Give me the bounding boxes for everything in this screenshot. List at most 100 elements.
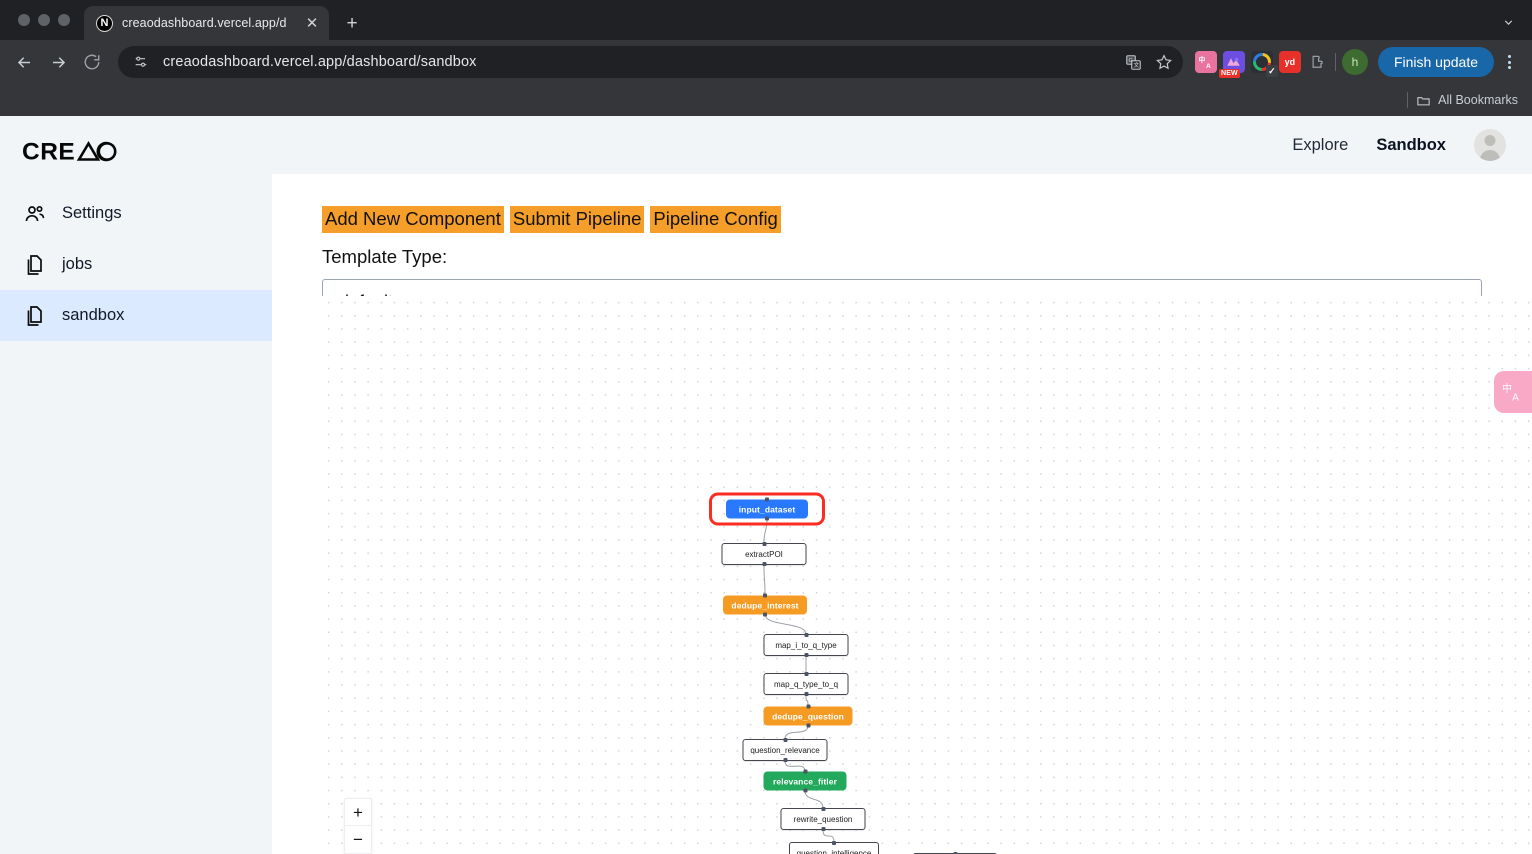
translate-widget-icon[interactable]: 中 A	[1494, 371, 1532, 413]
flow-edge-extractPOI-to-dedupe_interest	[763, 564, 766, 596]
flow-node-rewrite_question[interactable]: rewrite_question	[780, 807, 866, 831]
svg-text:CRE: CRE	[22, 139, 75, 166]
main-content: Explore Sandbox Add New Component Submit…	[272, 116, 1532, 854]
creao-logo-mark: CRE	[22, 139, 117, 166]
node-port-bot[interactable]	[804, 692, 808, 696]
avatar[interactable]	[1474, 129, 1506, 161]
extensions-puzzle-icon[interactable]	[1307, 51, 1329, 73]
color-picker-extension-icon[interactable]: ✓	[1250, 51, 1278, 77]
node-port-top[interactable]	[821, 807, 825, 811]
flow-node-label: input_dataset	[738, 504, 796, 514]
flow-node-map_i_to_q_type[interactable]: map_i_to_q_type	[763, 633, 849, 657]
node-port-top[interactable]	[783, 738, 787, 742]
zoom-controls: + −	[344, 798, 372, 854]
flow-node-label: relevance_fitler	[773, 776, 837, 786]
sidebar-item-label: sandbox	[62, 306, 125, 324]
svg-text:中: 中	[1502, 382, 1512, 395]
profile-avatar[interactable]: h	[1341, 49, 1368, 75]
tab-strip: N creaodashboard.vercel.app/d ✕ +	[0, 0, 1532, 40]
pipeline-action-buttons: Add New Component Submit Pipeline Pipeli…	[322, 206, 1482, 233]
monica-ai-extension-icon[interactable]: NEW	[1218, 51, 1245, 78]
node-port-top[interactable]	[765, 497, 769, 502]
tab-title: creaodashboard.vercel.app/d	[122, 16, 287, 30]
sidebar-item-jobs[interactable]: jobs	[0, 239, 272, 290]
node-port-top[interactable]	[804, 633, 808, 637]
chevron-down-icon[interactable]	[1494, 8, 1522, 36]
node-port-top[interactable]	[803, 769, 807, 774]
flow-node-label: dedupe_question	[772, 711, 844, 721]
top-navigation: Explore Sandbox	[272, 116, 1532, 174]
flow-node-dedupe_question[interactable]: dedupe_question	[763, 704, 853, 728]
flow-node-map_q_type_to_q[interactable]: map_q_type_to_q	[763, 672, 849, 696]
extension-badge: NEW	[1218, 69, 1240, 78]
star-icon[interactable]	[1151, 49, 1177, 75]
window-maximize-dot[interactable]	[58, 14, 70, 26]
arrow-right-icon[interactable]	[42, 46, 74, 78]
plus-icon[interactable]: +	[335, 6, 369, 40]
node-port-top[interactable]	[806, 704, 810, 709]
flow-node-input_dataset[interactable]: input_dataset	[726, 497, 808, 521]
flow-node-dedupe_interest[interactable]: dedupe_interest	[723, 593, 807, 617]
node-port-bot[interactable]	[762, 562, 766, 566]
node-port-bot[interactable]	[806, 723, 810, 728]
svg-text:中: 中	[1199, 55, 1206, 64]
translate-icon[interactable]: G 文	[1121, 49, 1147, 75]
kebab-menu-icon[interactable]	[1496, 47, 1522, 77]
window-controls[interactable]	[12, 0, 84, 40]
sidebar-item-sandbox[interactable]: sandbox	[0, 290, 272, 341]
pipeline-config-button[interactable]: Pipeline Config	[650, 206, 781, 233]
flow-node-label: map_q_type_to_q	[773, 679, 839, 689]
node-port-top[interactable]	[762, 542, 766, 546]
browser-tab[interactable]: N creaodashboard.vercel.app/d ✕	[84, 6, 329, 40]
flow-node-label: map_i_to_q_type	[775, 640, 837, 650]
sidebar-item-settings[interactable]: Settings	[0, 188, 272, 239]
omnibox-actions: G 文	[1121, 49, 1177, 75]
tune-icon[interactable]	[128, 49, 154, 75]
extension-label: yd	[1284, 57, 1296, 67]
node-port-bot[interactable]	[763, 612, 767, 617]
node-port-bot[interactable]	[803, 788, 807, 793]
finish-update-button[interactable]: Finish update	[1377, 47, 1494, 77]
browser-window: N creaodashboard.vercel.app/d ✕ + creaod…	[0, 0, 1532, 854]
youdao-dict-extension-icon[interactable]: yd	[1278, 51, 1301, 73]
tab-explore[interactable]: Explore	[1292, 136, 1348, 155]
sidebar-item-label: Settings	[62, 204, 122, 222]
flow-node-question_relevance[interactable]: question_relevance	[742, 738, 828, 762]
reload-icon[interactable]	[76, 46, 108, 78]
flow-node-label: extractPOI	[745, 549, 783, 559]
template-type-label: Template Type:	[322, 245, 448, 267]
flow-edge-dedupe_question-to-question_relevance	[784, 725, 809, 740]
node-port-bot[interactable]	[821, 827, 825, 831]
add-new-component-button[interactable]: Add New Component	[322, 206, 504, 233]
zoom-out-button[interactable]: −	[345, 826, 371, 853]
node-port-bot[interactable]	[804, 653, 808, 657]
pipeline-flow-canvas[interactable]: input_dataset extractPOI dedupe_interestma…	[322, 296, 1532, 854]
zoom-in-button[interactable]: +	[345, 799, 371, 826]
creao-logo[interactable]: CRE	[0, 116, 272, 188]
flow-node-question_intelligence[interactable]: question_intelligence	[789, 841, 879, 854]
users-icon	[22, 201, 48, 227]
flow-node-relevance_fitler[interactable]: relevance_fitler	[763, 769, 847, 793]
flow-node-label: rewrite_question	[793, 814, 853, 824]
flow-edge-input_dataset-to-extractPOI	[763, 518, 768, 544]
immersive-translate-extension-icon[interactable]: 中A	[1194, 51, 1217, 73]
node-port-bot[interactable]	[783, 758, 787, 762]
omnibox[interactable]: creaodashboard.vercel.app/dashboard/sand…	[118, 46, 1183, 78]
flow-node-extractPOI[interactable]: extractPOI	[721, 542, 807, 566]
node-port-top[interactable]	[832, 841, 836, 845]
svg-text:A: A	[1206, 63, 1211, 70]
extensions-area: 中A NEW ✓ yd	[1194, 51, 1329, 78]
node-port-top[interactable]	[804, 672, 808, 676]
flow-edge-dedupe_interest-to-map_i_to_q_type	[764, 614, 807, 635]
node-port-top[interactable]	[763, 593, 767, 598]
flow-edge-question_relevance-to-relevance_fitler	[784, 760, 806, 772]
node-port-bot[interactable]	[765, 516, 769, 521]
all-bookmarks-button[interactable]: All Bookmarks	[1416, 93, 1518, 108]
submit-pipeline-button[interactable]: Submit Pipeline	[509, 206, 645, 233]
window-close-dot[interactable]	[18, 14, 30, 26]
close-icon[interactable]: ✕	[303, 14, 321, 32]
arrow-left-icon[interactable]	[8, 46, 40, 78]
window-minimize-dot[interactable]	[38, 14, 50, 26]
tab-sandbox[interactable]: Sandbox	[1376, 136, 1446, 155]
flow-node-label: dedupe_interest	[731, 600, 799, 610]
